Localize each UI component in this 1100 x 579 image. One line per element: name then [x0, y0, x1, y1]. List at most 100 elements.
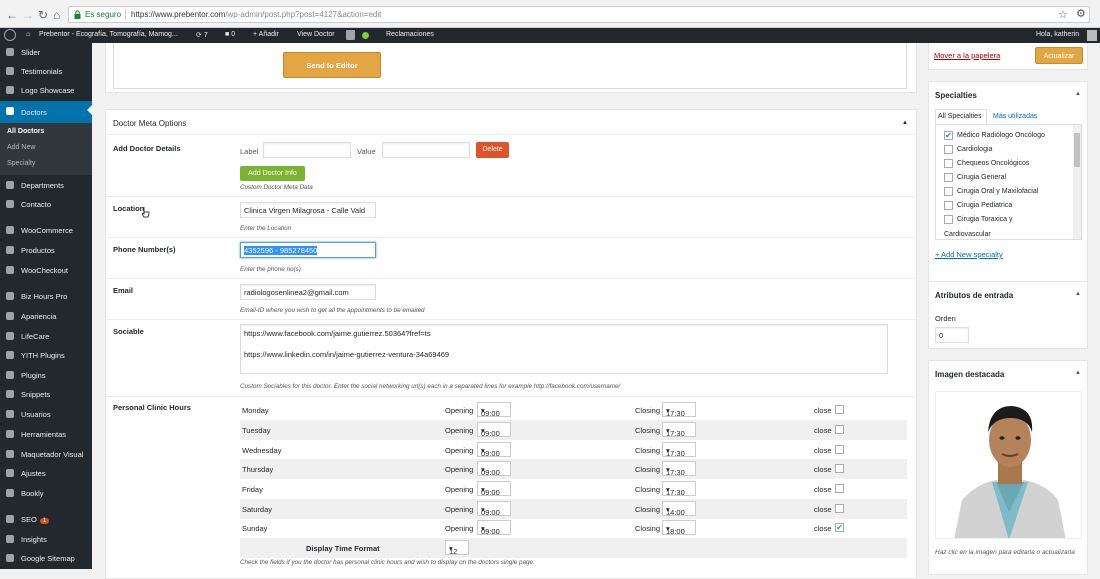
menu-woocommerce[interactable]: WooCommerce [0, 221, 92, 240]
menu-apariencia[interactable]: Apariencia [0, 307, 92, 326]
list-scrollbar[interactable] [1073, 125, 1081, 239]
view-doctor-link[interactable]: View Doctor [297, 31, 335, 38]
mail-icon [6, 200, 14, 208]
submenu-specialty[interactable]: Specialty [7, 160, 35, 167]
phone-hint: Enter the phone no(s) [240, 266, 301, 273]
comment-icon: ■ [225, 31, 230, 38]
checkout-icon [6, 266, 14, 274]
close-checkbox[interactable] [835, 504, 844, 513]
sociable-textarea[interactable]: https://www.facebook.com/jaime.gutierrez… [240, 324, 888, 374]
location-label: Location [113, 204, 145, 213]
site-name-link[interactable]: Prebentor - Ecografía, Tomografía, Mamog… [39, 31, 178, 38]
add-new-link[interactable]: + Añadir [253, 31, 279, 38]
updates-link[interactable]: ⟳ 7 [196, 31, 208, 39]
close-checkbox[interactable] [835, 425, 844, 434]
delete-button[interactable]: Delete [476, 142, 509, 158]
doctors-submenu: All Doctors Add New Specialty [0, 123, 92, 175]
hours-row-wednesday: Wednesday Opening 09:00 ▾ Closing 17:30 … [240, 440, 907, 460]
update-button[interactable]: Actualizar [1035, 47, 1083, 64]
add-doctor-info-button[interactable]: Add Doctor Info [240, 166, 305, 181]
browser-menu-icon[interactable]: ⚙ [1076, 7, 1086, 20]
menu-ajustes[interactable]: Ajustes [0, 464, 92, 483]
opening-select[interactable]: 09:00 ▾ [477, 461, 511, 477]
back-icon[interactable]: ← [6, 8, 18, 22]
meta-value-input[interactable] [382, 142, 470, 158]
closing-select[interactable]: 17:30 ▾ [662, 402, 696, 418]
menu-logo-showcase[interactable]: Logo Showcase [0, 81, 92, 100]
collapse-arrow-icon[interactable]: ▲ [902, 120, 908, 126]
menu-lifecare[interactable]: LifeCare [0, 327, 92, 346]
tab-most-used[interactable]: Más utilizadas [993, 113, 1037, 120]
bookmark-star-icon[interactable]: ☆ [1058, 8, 1068, 21]
menu-biz-hours-pro[interactable]: Biz Hours Pro [0, 287, 92, 306]
avatar[interactable] [1087, 30, 1097, 41]
collapse-arrow-icon[interactable]: ▲ [1075, 91, 1081, 97]
claims-link[interactable]: Reclamaciones [386, 31, 434, 38]
close-checkbox-checked[interactable]: ✔ [835, 523, 844, 532]
tab-all-specialties[interactable]: All Specialties [935, 109, 987, 124]
close-checkbox[interactable] [835, 405, 844, 414]
address-bar[interactable]: Es seguro https://www.prebentor.com/wp-a… [68, 6, 1090, 23]
phone-input[interactable]: 4352596 - 985278450 [240, 242, 376, 258]
meta-label-input[interactable] [263, 142, 351, 158]
menu-slider[interactable]: Slider [0, 43, 92, 62]
wordpress-logo-icon[interactable] [4, 29, 16, 41]
menu-woocheckout[interactable]: WooCheckout [0, 261, 92, 280]
forward-icon[interactable]: → [22, 8, 34, 22]
reload-icon[interactable]: ↻ [38, 8, 48, 22]
settings-icon [6, 469, 14, 477]
closing-select[interactable]: 17:30 ▾ [662, 442, 696, 458]
menu-testimonials[interactable]: Testimonials [0, 62, 92, 81]
slider-icon [6, 48, 14, 56]
closing-select[interactable]: 17:30 ▾ [662, 461, 696, 477]
menu-bookly[interactable]: Bookly [0, 484, 92, 503]
menu-seo[interactable]: SEO 1 [0, 510, 92, 529]
closing-select[interactable]: 14:00 ▾ [662, 501, 696, 517]
opening-select[interactable]: 09:00 ▾ [477, 481, 511, 497]
close-checkbox[interactable] [835, 484, 844, 493]
menu-productos[interactable]: Productos [0, 241, 92, 260]
clinic-hours-label: Personal Clinic Hours [113, 403, 191, 412]
home-icon[interactable]: ⌂ [53, 8, 60, 22]
closing-select[interactable]: 17:30 ▾ [662, 481, 696, 497]
menu-contacto[interactable]: Contacto [0, 195, 92, 214]
menu-plugins[interactable]: Plugins [0, 366, 92, 385]
submenu-add-new[interactable]: Add New [7, 144, 35, 151]
add-specialty-link[interactable]: + Add New specialty [935, 250, 1003, 259]
email-input[interactable]: radiologosenlinea2@gmail.com [240, 284, 376, 300]
day-label: Tuesday [242, 426, 271, 435]
user-greeting[interactable]: Hola, katherin [1036, 31, 1079, 38]
image-icon [6, 86, 14, 94]
hours-row-monday: Monday Opening 09:00 ▾ Closing 17:30 ▾ c… [240, 400, 907, 420]
time-format-select[interactable]: 12 ▾ [445, 540, 469, 556]
closing-select[interactable]: 18:00 ▾ [662, 520, 696, 536]
value-text: Value [357, 147, 376, 156]
opening-select[interactable]: 09:00 ▾ [477, 442, 511, 458]
trash-link[interactable]: Mover a la papelera [934, 51, 1000, 60]
menu-usuarios[interactable]: Usuarios [0, 405, 92, 424]
opening-select[interactable]: 09:00 ▾ [477, 501, 511, 517]
close-checkbox[interactable] [835, 464, 844, 473]
closing-select[interactable]: 17:30 ▾ [662, 422, 696, 438]
featured-image[interactable] [935, 391, 1082, 539]
menu-yith-plugins[interactable]: YITH Plugins [0, 346, 92, 365]
opening-select[interactable]: 09:00 ▾ [477, 520, 511, 536]
comments-link[interactable]: ■ 0 [225, 31, 235, 38]
yoast-icon[interactable] [346, 30, 355, 40]
menu-maquetador-visual[interactable]: Maquetador Visual [0, 445, 92, 464]
location-input[interactable]: Clinica Virgen Milagrosa - Calle Vald [240, 202, 376, 218]
menu-google-sitemap[interactable]: Google Sitemap [0, 549, 92, 568]
send-to-editor-button[interactable]: Send to Editor [283, 52, 381, 78]
menu-snippets[interactable]: Snippets [0, 385, 92, 404]
collapse-arrow-icon[interactable]: ▲ [1075, 291, 1081, 297]
menu-herramientas[interactable]: Herramientas [0, 425, 92, 444]
order-input[interactable]: 0 [935, 327, 969, 343]
opening-select[interactable]: 09:00 ▾ [477, 402, 511, 418]
collapse-arrow-icon[interactable]: ▲ [1075, 370, 1081, 376]
menu-departments[interactable]: Departments [0, 176, 92, 195]
close-checkbox[interactable] [835, 445, 844, 454]
menu-insights[interactable]: Insights [0, 530, 92, 549]
submenu-all-doctors[interactable]: All Doctors [7, 128, 44, 135]
opening-select[interactable]: 09:00 ▾ [477, 422, 511, 438]
menu-doctors[interactable]: Doctors [0, 101, 92, 123]
